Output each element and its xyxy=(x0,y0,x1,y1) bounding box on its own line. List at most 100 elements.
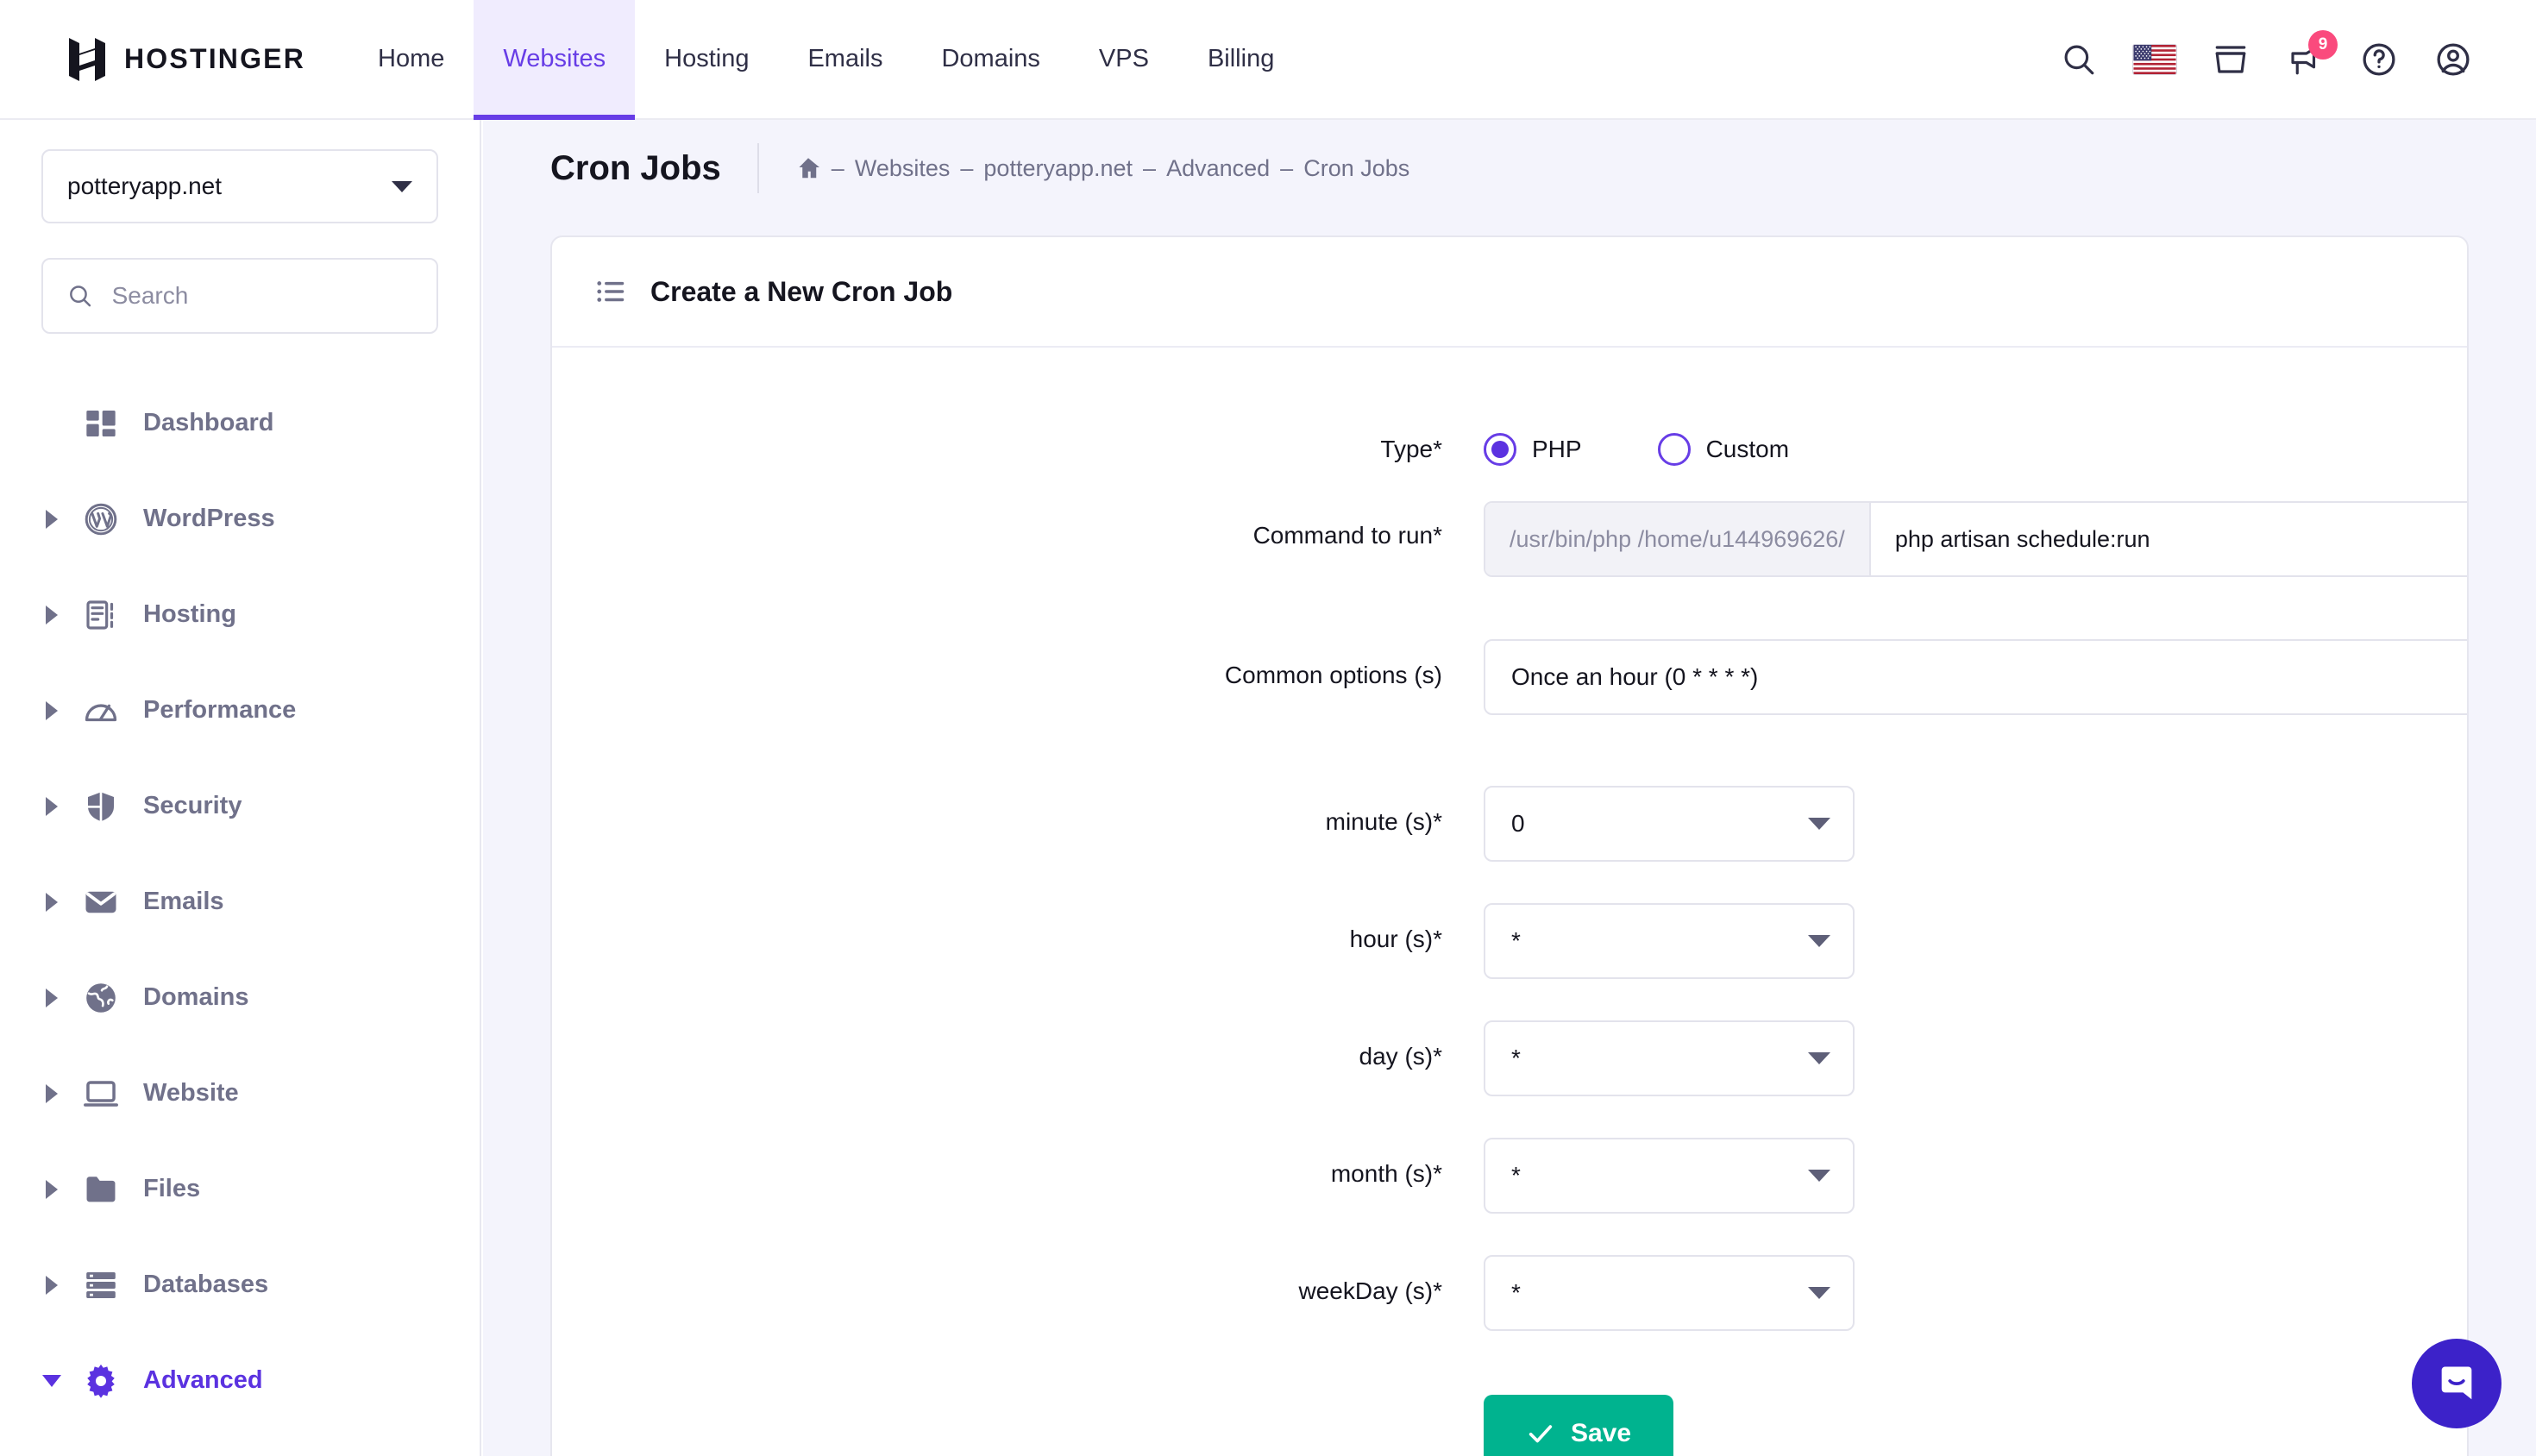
chat-support-button[interactable] xyxy=(2412,1339,2501,1428)
wordpress-icon xyxy=(81,499,121,539)
breadcrumb-separator: – xyxy=(960,154,974,181)
card-header: Create a New Cron Job xyxy=(552,237,2467,348)
us-flag-icon xyxy=(2132,43,2177,75)
site-selector[interactable]: potteryapp.net xyxy=(41,149,438,223)
notifications-badge: 9 xyxy=(2308,29,2338,60)
sidebar-item-performance[interactable]: Performance xyxy=(41,662,438,758)
server-icon xyxy=(81,595,121,635)
brand-logo-group[interactable]: HOSTINGER xyxy=(0,0,348,118)
radio-option-custom[interactable]: Custom xyxy=(1657,433,1789,466)
common-options-value: Once an hour (0 * * * *) xyxy=(1511,663,1759,690)
sidebar-item-label: Databases xyxy=(143,1271,269,1298)
nav-item-billing[interactable]: Billing xyxy=(1178,0,1303,118)
save-button[interactable]: Save xyxy=(1484,1395,1673,1456)
sidebar-item-dashboard[interactable]: Dashboard xyxy=(41,375,438,471)
sidebar-item-wordpress[interactable]: WordPress xyxy=(41,471,438,567)
command-path-prefix: /usr/bin/php /home/u144969626/ xyxy=(1485,503,1871,575)
main-nav: Home Websites Hosting Emails Domains VPS… xyxy=(348,0,1303,120)
sidebar-item-label: Domains xyxy=(143,983,249,1011)
expand-arrow-icon[interactable] xyxy=(41,988,62,1007)
sidebar-item-label: WordPress xyxy=(143,505,275,532)
expand-arrow-icon[interactable] xyxy=(41,1083,62,1103)
sidebar-item-website[interactable]: Website xyxy=(41,1045,438,1141)
nav-item-domains[interactable]: Domains xyxy=(912,0,1069,118)
dashboard-icon xyxy=(81,404,121,443)
breadcrumb-item-advanced[interactable]: Advanced xyxy=(1166,155,1270,182)
command-input[interactable] xyxy=(1870,503,2467,575)
day-select[interactable]: * xyxy=(1484,1020,1855,1096)
common-options-label: Common options (s) xyxy=(1224,662,1442,688)
expand-arrow-icon[interactable] xyxy=(41,1275,62,1295)
envelope-icon xyxy=(81,882,121,922)
radio-php-indicator[interactable] xyxy=(1484,433,1516,466)
breadcrumb-item-domain[interactable]: potteryapp.net xyxy=(983,155,1133,182)
sidebar-item-label: Website xyxy=(143,1079,239,1107)
breadcrumb-item-cron-jobs[interactable]: Cron Jobs xyxy=(1303,155,1409,182)
notifications-icon[interactable]: 9 xyxy=(2284,29,2338,80)
breadcrumb-separator: – xyxy=(1143,154,1157,181)
hostinger-logo-icon xyxy=(69,37,105,81)
sidebar-item-domains[interactable]: Domains xyxy=(41,950,438,1045)
search-icon[interactable] xyxy=(2058,39,2100,80)
sidebar-item-hosting[interactable]: Hosting xyxy=(41,567,438,662)
breadcrumb-separator: – xyxy=(1280,154,1294,181)
nav-item-emails[interactable]: Emails xyxy=(778,0,912,118)
expand-arrow-icon[interactable] xyxy=(41,509,62,529)
sidebar-item-label: Hosting xyxy=(143,600,236,628)
sidebar-item-security[interactable]: Security xyxy=(41,758,438,854)
list-icon xyxy=(597,281,625,302)
collapse-arrow-icon[interactable] xyxy=(41,1374,62,1387)
search-input[interactable] xyxy=(111,282,412,310)
expand-arrow-icon[interactable] xyxy=(41,796,62,816)
hour-label: hour (s)* xyxy=(1349,926,1442,952)
form-row-weekday: weekDay (s)* * xyxy=(552,1255,2467,1372)
expand-arrow-icon[interactable] xyxy=(41,605,62,624)
shield-icon xyxy=(81,787,121,826)
weekday-select[interactable]: * xyxy=(1484,1255,1855,1331)
site-selector-value: potteryapp.net xyxy=(67,173,223,199)
radio-custom-indicator[interactable] xyxy=(1657,433,1691,466)
top-navbar: HOSTINGER Home Websites Hosting Emails D… xyxy=(0,0,2536,120)
nav-item-home[interactable]: Home xyxy=(348,0,474,118)
help-circle-icon[interactable] xyxy=(2358,39,2400,80)
language-flag-icon[interactable] xyxy=(2132,39,2177,80)
nav-item-vps[interactable]: VPS xyxy=(1070,0,1178,118)
laptop-icon xyxy=(81,1074,121,1114)
home-icon[interactable] xyxy=(795,155,821,181)
minute-select[interactable]: 0 xyxy=(1484,786,1855,862)
month-select[interactable]: * xyxy=(1484,1138,1855,1214)
breadcrumb-item-websites[interactable]: Websites xyxy=(855,155,951,182)
form-row-command: Command to run* /usr/bin/php /home/u1449… xyxy=(552,501,2467,639)
chevron-down-icon xyxy=(1808,1052,1830,1064)
sidebar-item-label: Security xyxy=(143,792,242,819)
sidebar-item-databases[interactable]: Databases xyxy=(41,1237,438,1333)
store-icon[interactable] xyxy=(2210,39,2251,80)
expand-arrow-icon[interactable] xyxy=(41,1179,62,1199)
card-title: Create a New Cron Job xyxy=(650,275,953,307)
form-row-save: Save xyxy=(552,1395,2467,1456)
main-content: Cron Jobs – Websites – potteryapp.net – … xyxy=(483,120,2536,1456)
save-button-label: Save xyxy=(1570,1419,1632,1447)
sidebar-item-advanced[interactable]: Advanced xyxy=(41,1333,438,1428)
expand-arrow-icon[interactable] xyxy=(41,892,62,912)
radio-option-php[interactable]: PHP xyxy=(1484,433,1582,466)
sidebar-item-emails[interactable]: Emails xyxy=(41,854,438,950)
account-avatar-icon[interactable] xyxy=(2432,39,2474,80)
common-options-select[interactable]: Once an hour (0 * * * *) xyxy=(1484,639,2467,715)
cron-job-form: Type* PHP Custom Command to run* /usr/bi… xyxy=(552,348,2467,1456)
hour-value: * xyxy=(1511,927,1521,954)
sidebar-item-files[interactable]: Files xyxy=(41,1141,438,1237)
nav-item-hosting[interactable]: Hosting xyxy=(635,0,778,118)
day-label: day (s)* xyxy=(1359,1043,1442,1070)
breadcrumb: – Websites – potteryapp.net – Advanced –… xyxy=(795,155,1409,182)
nav-item-websites[interactable]: Websites xyxy=(474,0,636,120)
form-row-common-options: Common options (s) Once an hour (0 * * *… xyxy=(552,639,2467,786)
sidebar-search[interactable] xyxy=(41,258,438,334)
expand-arrow-icon[interactable] xyxy=(41,700,62,720)
type-radio-group: PHP Custom xyxy=(1484,433,2467,466)
brand-name: HOSTINGER xyxy=(124,43,306,74)
minute-value: 0 xyxy=(1511,810,1525,837)
command-field: /usr/bin/php /home/u144969626/ xyxy=(1484,501,2467,577)
hour-select[interactable]: * xyxy=(1484,903,1855,979)
folder-icon xyxy=(81,1170,121,1209)
